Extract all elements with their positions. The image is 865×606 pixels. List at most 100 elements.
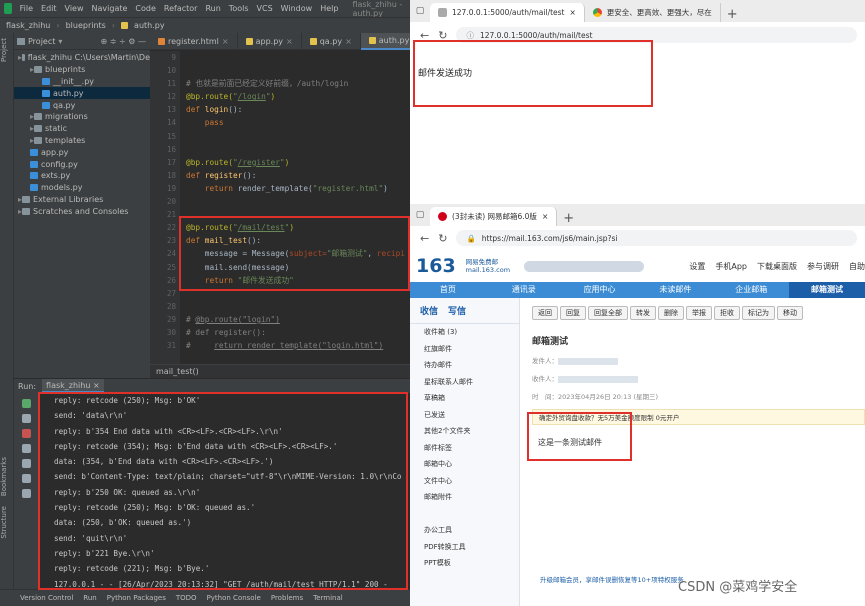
new-tab-button[interactable]: + bbox=[557, 211, 580, 226]
reload-icon[interactable]: ↻ bbox=[438, 232, 447, 245]
menu-help[interactable]: Help bbox=[320, 4, 338, 13]
python-packages-button[interactable]: Python Packages bbox=[107, 594, 166, 602]
nav-contacts[interactable]: 通讯录 bbox=[486, 282, 562, 298]
browser-tab-local[interactable]: 127.0.0.1:5000/auth/mail/test × bbox=[430, 3, 585, 22]
run-config-tab[interactable]: flask_zhihu × bbox=[42, 379, 104, 393]
nav-unread[interactable]: 未读邮件 bbox=[637, 282, 713, 298]
forward-button[interactable]: 转发 bbox=[630, 306, 656, 320]
folder-item[interactable]: 草稿箱 bbox=[410, 390, 519, 407]
bookmarks-tool-button[interactable]: Bookmarks bbox=[0, 457, 8, 496]
menu-window[interactable]: Window bbox=[281, 4, 313, 13]
menu-refactor[interactable]: Refactor bbox=[164, 4, 198, 13]
menu-tools[interactable]: Tools bbox=[229, 4, 249, 13]
address-bar[interactable]: 🔒 https://mail.163.com/js6/main.jsp?si bbox=[456, 230, 857, 246]
folder-item[interactable]: 邮件标签 bbox=[410, 440, 519, 457]
tree-item[interactable]: ▸ migrations bbox=[14, 111, 150, 123]
nav-file[interactable]: auth.py bbox=[134, 21, 165, 30]
version-control-button[interactable]: Version Control bbox=[20, 594, 73, 602]
structure-tool-button[interactable]: Structure bbox=[0, 506, 8, 539]
tree-item[interactable]: ▸ blueprints bbox=[14, 64, 150, 76]
project-label[interactable]: Project bbox=[28, 37, 55, 46]
new-tab-button[interactable]: + bbox=[721, 7, 744, 22]
tree-item[interactable]: __init__.py bbox=[14, 76, 150, 88]
nav-home[interactable]: 首页 bbox=[410, 282, 486, 298]
tab-qa-py[interactable]: qa.py × bbox=[302, 32, 361, 50]
project-tool-button[interactable]: Project bbox=[0, 38, 8, 62]
tree-item[interactable]: ▸ templates bbox=[14, 135, 150, 147]
nav-project[interactable]: flask_zhihu bbox=[6, 21, 50, 30]
move-button[interactable]: 移动 bbox=[777, 306, 803, 320]
tree-item[interactable]: ▸ Scratches and Consoles bbox=[14, 205, 150, 217]
mark-as-button[interactable]: 标记为 bbox=[742, 306, 775, 320]
pin-icon[interactable] bbox=[21, 489, 31, 498]
browser-tab-second[interactable]: 更安全、更高效、更强大，尽在 bbox=[585, 3, 721, 22]
tab-actions-icon[interactable]: ▢ bbox=[410, 210, 430, 220]
menu-run[interactable]: Run bbox=[205, 4, 220, 13]
header-desktop[interactable]: 下载桌面版 bbox=[757, 261, 797, 272]
restore-layout-icon[interactable] bbox=[21, 444, 31, 453]
menu-navigate[interactable]: Navigate bbox=[92, 4, 128, 13]
folder-item[interactable]: PDF转换工具 bbox=[410, 539, 519, 556]
tab-actions-icon[interactable]: ▢ bbox=[410, 6, 430, 16]
tree-item[interactable]: ▸ flask_zhihu C:\Users\Martin\De bbox=[14, 52, 150, 64]
menu-edit[interactable]: Edit bbox=[41, 4, 57, 13]
mail-logo[interactable]: 163 bbox=[416, 255, 456, 277]
header-mobile-app[interactable]: 手机App bbox=[715, 261, 747, 272]
delete-button[interactable]: 删除 bbox=[658, 306, 684, 320]
receive-button[interactable]: 收信 bbox=[420, 304, 438, 317]
folder-item[interactable]: 办公工具 bbox=[410, 522, 519, 539]
folder-item[interactable]: 邮箱中心 bbox=[410, 456, 519, 473]
menu-file[interactable]: File bbox=[20, 4, 33, 13]
rerun-icon[interactable] bbox=[21, 399, 31, 408]
back-button[interactable]: 返回 bbox=[532, 306, 558, 320]
reply-button[interactable]: 回复 bbox=[560, 306, 586, 320]
code-editor[interactable]: # 也就是前面已经定义好前缀，/auth/login @bp.route("/l… bbox=[186, 51, 410, 364]
menu-view[interactable]: View bbox=[65, 4, 84, 13]
vip-promo[interactable]: 升级邮箱会员，享邮件误删恢复等10+项特权服务 bbox=[540, 574, 684, 584]
todo-button[interactable]: TODO bbox=[176, 594, 197, 602]
reject-button[interactable]: 拒收 bbox=[714, 306, 740, 320]
folder-item[interactable]: 已发送 bbox=[410, 407, 519, 424]
folder-item[interactable]: 邮箱附件 bbox=[410, 489, 519, 506]
folder-item[interactable]: 红旗邮件 bbox=[410, 341, 519, 358]
tree-item[interactable]: ▸ static bbox=[14, 123, 150, 135]
folder-item[interactable]: 待办邮件 bbox=[410, 357, 519, 374]
nav-current-mail[interactable]: 邮箱测试 bbox=[789, 282, 865, 298]
wrench-icon[interactable] bbox=[21, 414, 31, 423]
nav-folder[interactable]: blueprints bbox=[66, 21, 106, 30]
settings-icon[interactable] bbox=[21, 474, 31, 483]
tree-item[interactable]: config.py bbox=[14, 158, 150, 170]
terminal-button[interactable]: Terminal bbox=[313, 594, 343, 602]
nav-enterprise[interactable]: 企业邮箱 bbox=[713, 282, 789, 298]
menu-code[interactable]: Code bbox=[135, 4, 155, 13]
tree-item[interactable]: models.py bbox=[14, 182, 150, 194]
reply-all-button[interactable]: 回复全部 bbox=[588, 306, 628, 320]
tree-item[interactable]: qa.py bbox=[14, 99, 150, 111]
editor-breadcrumb[interactable]: mail_test() bbox=[150, 364, 410, 378]
report-button[interactable]: 举报 bbox=[686, 306, 712, 320]
folder-item[interactable]: 其他2个文件夹 bbox=[410, 423, 519, 440]
tab-app-py[interactable]: app.py × bbox=[238, 32, 302, 50]
folder-item[interactable]: 星标联系人邮件 bbox=[410, 374, 519, 391]
compose-button[interactable]: 写信 bbox=[448, 304, 466, 317]
tab-register-html[interactable]: register.html × bbox=[150, 32, 238, 50]
tree-item[interactable]: exts.py bbox=[14, 170, 150, 182]
menu-vcs[interactable]: VCS bbox=[257, 4, 273, 13]
tree-item[interactable]: app.py bbox=[14, 146, 150, 158]
stop-icon[interactable] bbox=[21, 429, 31, 438]
run-button[interactable]: Run bbox=[83, 594, 96, 602]
header-self-help[interactable]: 自助 bbox=[849, 261, 865, 272]
python-console-button[interactable]: Python Console bbox=[207, 594, 261, 602]
folder-item[interactable]: PPT模板 bbox=[410, 555, 519, 572]
problems-button[interactable]: Problems bbox=[271, 594, 303, 602]
header-survey[interactable]: 参与调研 bbox=[807, 261, 839, 272]
back-icon[interactable]: ← bbox=[420, 232, 429, 245]
tree-item[interactable]: auth.py bbox=[14, 87, 150, 100]
header-settings[interactable]: 设置 bbox=[689, 261, 705, 272]
tree-item[interactable]: ▸ External Libraries bbox=[14, 194, 150, 206]
folder-item[interactable]: 文件中心 bbox=[410, 473, 519, 490]
nav-apps[interactable]: 应用中心 bbox=[562, 282, 638, 298]
print-icon[interactable] bbox=[21, 459, 31, 468]
folder-item[interactable]: 收件箱 (3) bbox=[410, 324, 519, 341]
browser-tab-mail[interactable]: (3封未读) 网易邮箱6.0版 × bbox=[430, 207, 558, 226]
